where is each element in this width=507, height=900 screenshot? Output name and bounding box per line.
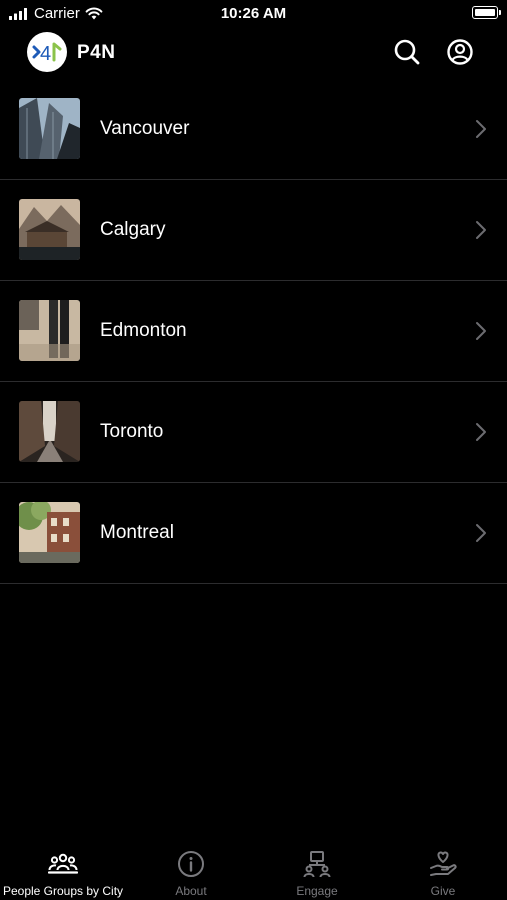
chevron-right-icon [476, 221, 486, 239]
city-name: Toronto [100, 421, 164, 442]
give-hand-heart-icon [430, 851, 457, 876]
tab-label: Give [430, 884, 456, 898]
city-name: Montreal [100, 522, 174, 543]
city-row-calgary[interactable]: Calgary [0, 180, 507, 281]
city-name: Edmonton [100, 320, 187, 341]
chevron-right-icon [476, 423, 486, 441]
status-time: 10:26 AM [220, 5, 287, 22]
info-icon [178, 851, 204, 877]
city-row-vancouver[interactable]: Vancouver [0, 79, 507, 180]
chevron-right-icon [476, 120, 486, 138]
city-thumbnail [19, 502, 80, 563]
city-thumbnail [19, 199, 80, 260]
city-row-edmonton[interactable]: Edmonton [0, 281, 507, 382]
city-name: Vancouver [100, 118, 190, 139]
tab-engage[interactable]: Engage [254, 838, 380, 900]
app-header: 4 P4N [0, 28, 507, 80]
city-row-montreal[interactable]: Montreal [0, 483, 507, 584]
city-row-toronto[interactable]: Toronto [0, 382, 507, 483]
chevron-right-icon [476, 524, 486, 542]
chevron-right-icon [476, 322, 486, 340]
people-groups-icon [48, 853, 78, 874]
city-thumbnail [19, 401, 80, 462]
tab-about[interactable]: About [128, 838, 254, 900]
app-logo: 4 [27, 32, 67, 72]
logo-text: 4 [40, 43, 51, 65]
tab-people-groups-by-city[interactable]: People Groups by City [0, 838, 126, 900]
city-list: Vancouver Calgary Edmonton Toronto Montr… [0, 79, 507, 584]
tab-label: People Groups by City [2, 884, 124, 898]
battery-icon [472, 6, 501, 19]
app-title: P4N [77, 42, 116, 63]
city-name: Calgary [100, 219, 166, 240]
tab-bar: People Groups by City About Engage Give [0, 838, 507, 900]
search-icon[interactable] [393, 38, 421, 66]
tab-label: Engage [296, 884, 338, 898]
city-thumbnail [19, 98, 80, 159]
status-bar: Carrier 10:26 AM [0, 0, 507, 28]
tab-give[interactable]: Give [380, 838, 506, 900]
city-thumbnail [19, 300, 80, 361]
engage-icon [303, 851, 331, 878]
tab-label: About [175, 884, 207, 898]
account-icon[interactable] [446, 38, 474, 66]
